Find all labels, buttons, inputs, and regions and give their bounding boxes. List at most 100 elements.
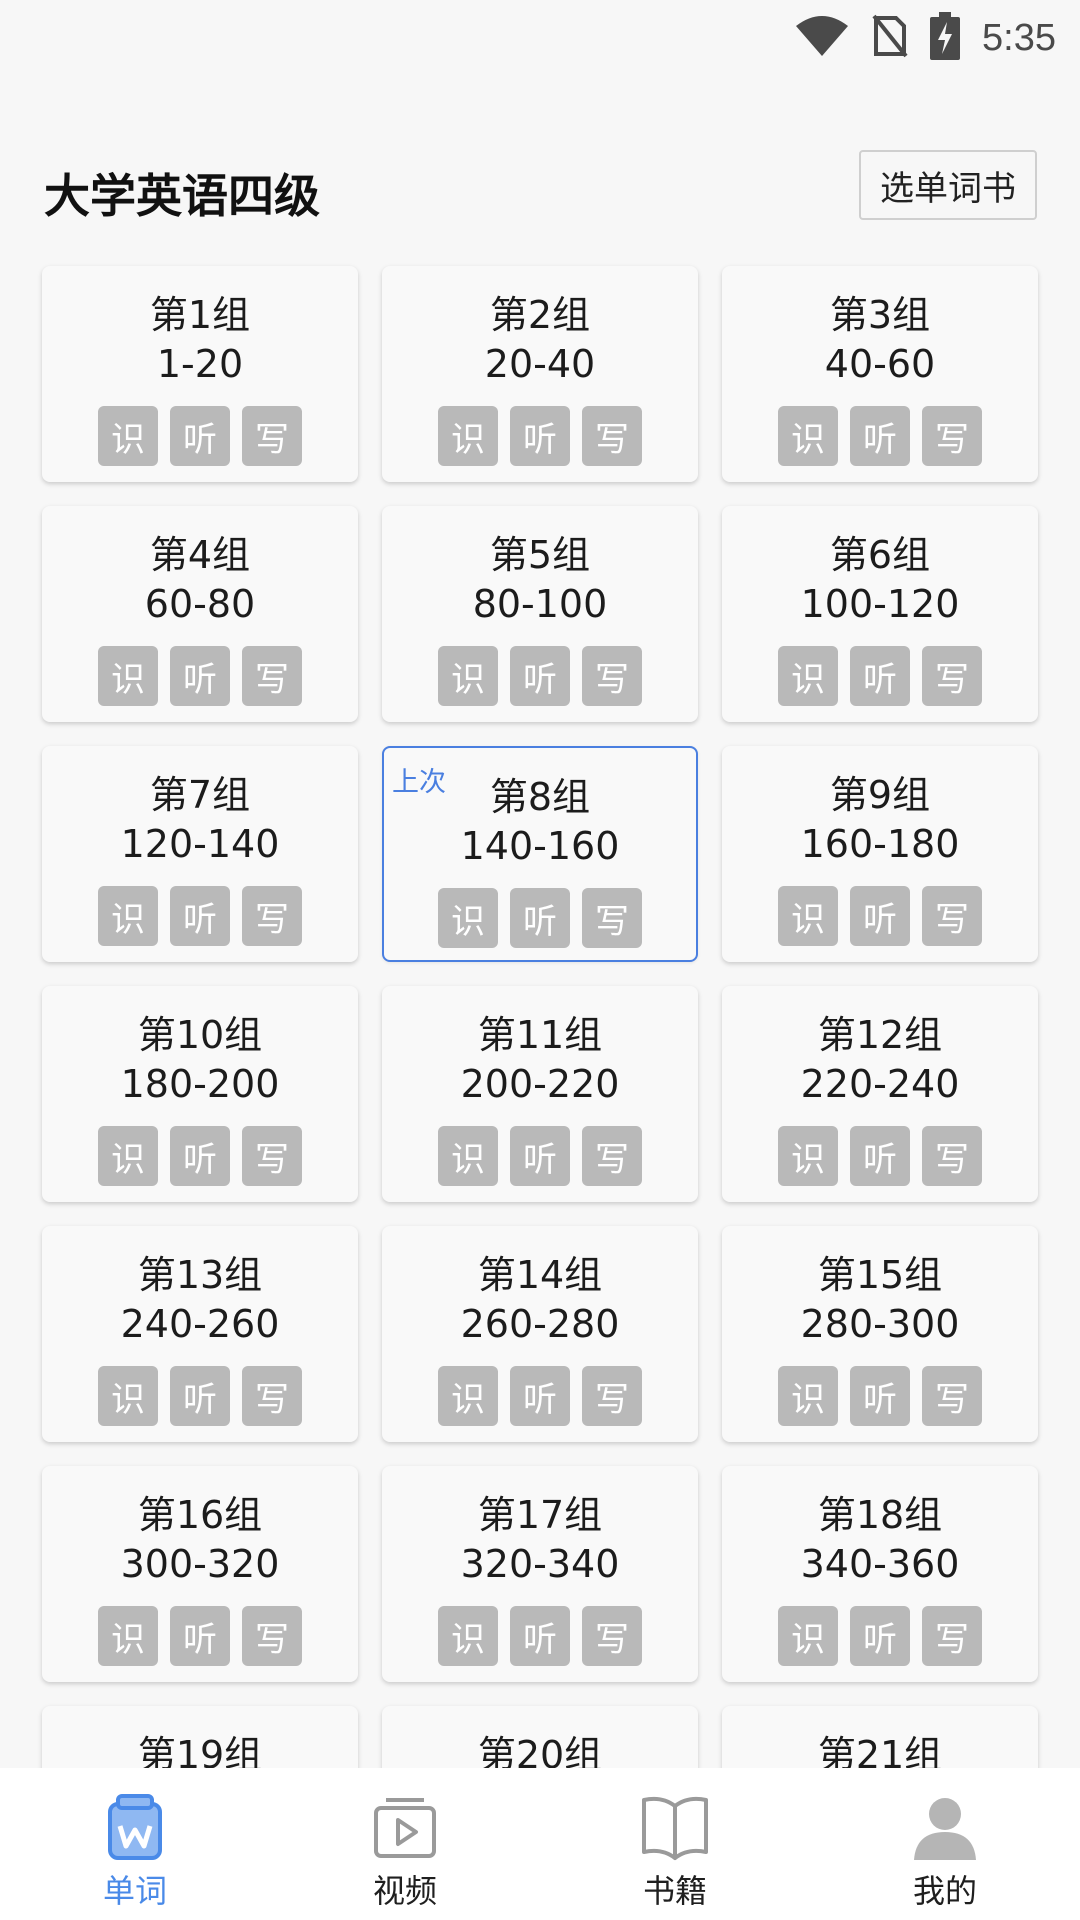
listen-button[interactable]: 听 (510, 646, 570, 706)
write-button[interactable]: 写 (582, 406, 642, 466)
write-button[interactable]: 写 (242, 886, 302, 946)
group-card[interactable]: 第17组 320-340 识听写 (382, 1466, 698, 1682)
group-card[interactable]: 第13组 240-260 识听写 (42, 1226, 358, 1442)
group-name: 第14组 (477, 1253, 603, 1297)
video-play-icon (370, 1792, 440, 1862)
write-button[interactable]: 写 (922, 406, 982, 466)
group-card[interactable]: 第15组 280-300 识听写 (722, 1226, 1038, 1442)
recognize-button[interactable]: 识 (438, 1126, 498, 1186)
recognize-button[interactable]: 识 (98, 406, 158, 466)
group-actions: 识听写 (382, 1606, 698, 1666)
recognize-button[interactable]: 识 (438, 1366, 498, 1426)
recognize-button[interactable]: 识 (778, 1126, 838, 1186)
listen-button[interactable]: 听 (850, 1126, 910, 1186)
group-actions: 识听写 (42, 1126, 358, 1186)
group-range: 80-100 (472, 582, 608, 626)
group-card[interactable]: 第18组 340-360 识听写 (722, 1466, 1038, 1682)
select-book-button[interactable]: 选单词书 (859, 150, 1037, 220)
recognize-button[interactable]: 识 (778, 646, 838, 706)
listen-button[interactable]: 听 (170, 646, 230, 706)
header: 大学英语四级 选单词书 (0, 140, 1080, 240)
group-range: 320-340 (460, 1542, 620, 1586)
group-card[interactable]: 第16组 300-320 识听写 (42, 1466, 358, 1682)
listen-button[interactable]: 听 (850, 646, 910, 706)
group-card[interactable]: 第14组 260-280 识听写 (382, 1226, 698, 1442)
write-button[interactable]: 写 (922, 886, 982, 946)
group-card[interactable]: 第10组 180-200 识听写 (42, 986, 358, 1202)
write-button[interactable]: 写 (922, 1126, 982, 1186)
group-actions: 识听写 (382, 1126, 698, 1186)
listen-button[interactable]: 听 (850, 406, 910, 466)
listen-button[interactable]: 听 (510, 1606, 570, 1666)
group-card[interactable]: 第6组 100-120 识听写 (722, 506, 1038, 722)
listen-button[interactable]: 听 (170, 1126, 230, 1186)
recognize-button[interactable]: 识 (438, 1606, 498, 1666)
recognize-button[interactable]: 识 (438, 888, 498, 948)
group-card[interactable]: 第1组 1-20 识听写 (42, 266, 358, 482)
group-card[interactable]: 第2组 20-40 识听写 (382, 266, 698, 482)
group-name: 第18组 (817, 1493, 943, 1537)
listen-button[interactable]: 听 (170, 1606, 230, 1666)
group-card[interactable]: 第7组 120-140 识听写 (42, 746, 358, 962)
nav-label-video: 视频 (372, 1872, 437, 1910)
group-card[interactable]: 第3组 40-60 识听写 (722, 266, 1038, 482)
recognize-button[interactable]: 识 (98, 886, 158, 946)
listen-button[interactable]: 听 (510, 406, 570, 466)
group-name: 第1组 (149, 293, 251, 337)
group-actions: 识听写 (382, 646, 698, 706)
group-name: 第2组 (489, 293, 591, 337)
write-button[interactable]: 写 (242, 1366, 302, 1426)
recognize-button[interactable]: 识 (438, 646, 498, 706)
no-sim-icon (872, 14, 908, 62)
nav-item-words[interactable]: 单词 (0, 1768, 270, 1920)
listen-button[interactable]: 听 (510, 1366, 570, 1426)
group-name: 第6组 (829, 533, 931, 577)
recognize-button[interactable]: 识 (778, 406, 838, 466)
write-button[interactable]: 写 (922, 1366, 982, 1426)
group-card[interactable]: 第12组 220-240 识听写 (722, 986, 1038, 1202)
group-name: 第9组 (829, 773, 931, 817)
recognize-button[interactable]: 识 (98, 1126, 158, 1186)
write-button[interactable]: 写 (242, 1126, 302, 1186)
write-button[interactable]: 写 (922, 1606, 982, 1666)
recognize-button[interactable]: 识 (778, 886, 838, 946)
listen-button[interactable]: 听 (170, 1366, 230, 1426)
listen-button[interactable]: 听 (170, 406, 230, 466)
group-card[interactable]: 第5组 80-100 识听写 (382, 506, 698, 722)
group-actions: 识听写 (42, 886, 358, 946)
write-button[interactable]: 写 (582, 1366, 642, 1426)
write-button[interactable]: 写 (242, 1606, 302, 1666)
listen-button[interactable]: 听 (170, 886, 230, 946)
write-button[interactable]: 写 (242, 646, 302, 706)
recognize-button[interactable]: 识 (438, 406, 498, 466)
group-range: 240-260 (120, 1302, 280, 1346)
group-card[interactable]: 第4组 60-80 识听写 (42, 506, 358, 722)
group-card[interactable]: 上次 第8组 140-160 识听写 (382, 746, 698, 962)
recognize-button[interactable]: 识 (778, 1606, 838, 1666)
group-card[interactable]: 第11组 200-220 识听写 (382, 986, 698, 1202)
write-button[interactable]: 写 (922, 646, 982, 706)
write-button[interactable]: 写 (582, 888, 642, 948)
group-name: 第5组 (489, 533, 591, 577)
group-actions: 识听写 (42, 1366, 358, 1426)
write-button[interactable]: 写 (582, 1606, 642, 1666)
listen-button[interactable]: 听 (850, 1606, 910, 1666)
write-button[interactable]: 写 (582, 1126, 642, 1186)
recognize-button[interactable]: 识 (98, 1366, 158, 1426)
group-card[interactable]: 第9组 160-180 识听写 (722, 746, 1038, 962)
nav-item-video[interactable]: 视频 (270, 1768, 540, 1920)
listen-button[interactable]: 听 (510, 1126, 570, 1186)
listen-button[interactable]: 听 (850, 886, 910, 946)
group-range: 20-40 (484, 342, 596, 386)
recognize-button[interactable]: 识 (778, 1366, 838, 1426)
write-button[interactable]: 写 (242, 406, 302, 466)
group-actions: 识听写 (722, 1126, 1038, 1186)
listen-button[interactable]: 听 (510, 888, 570, 948)
group-range: 260-280 (460, 1302, 620, 1346)
listen-button[interactable]: 听 (850, 1366, 910, 1426)
recognize-button[interactable]: 识 (98, 1606, 158, 1666)
nav-item-books[interactable]: 书籍 (540, 1768, 810, 1920)
nav-item-mine[interactable]: 我的 (810, 1768, 1080, 1920)
recognize-button[interactable]: 识 (98, 646, 158, 706)
write-button[interactable]: 写 (582, 646, 642, 706)
